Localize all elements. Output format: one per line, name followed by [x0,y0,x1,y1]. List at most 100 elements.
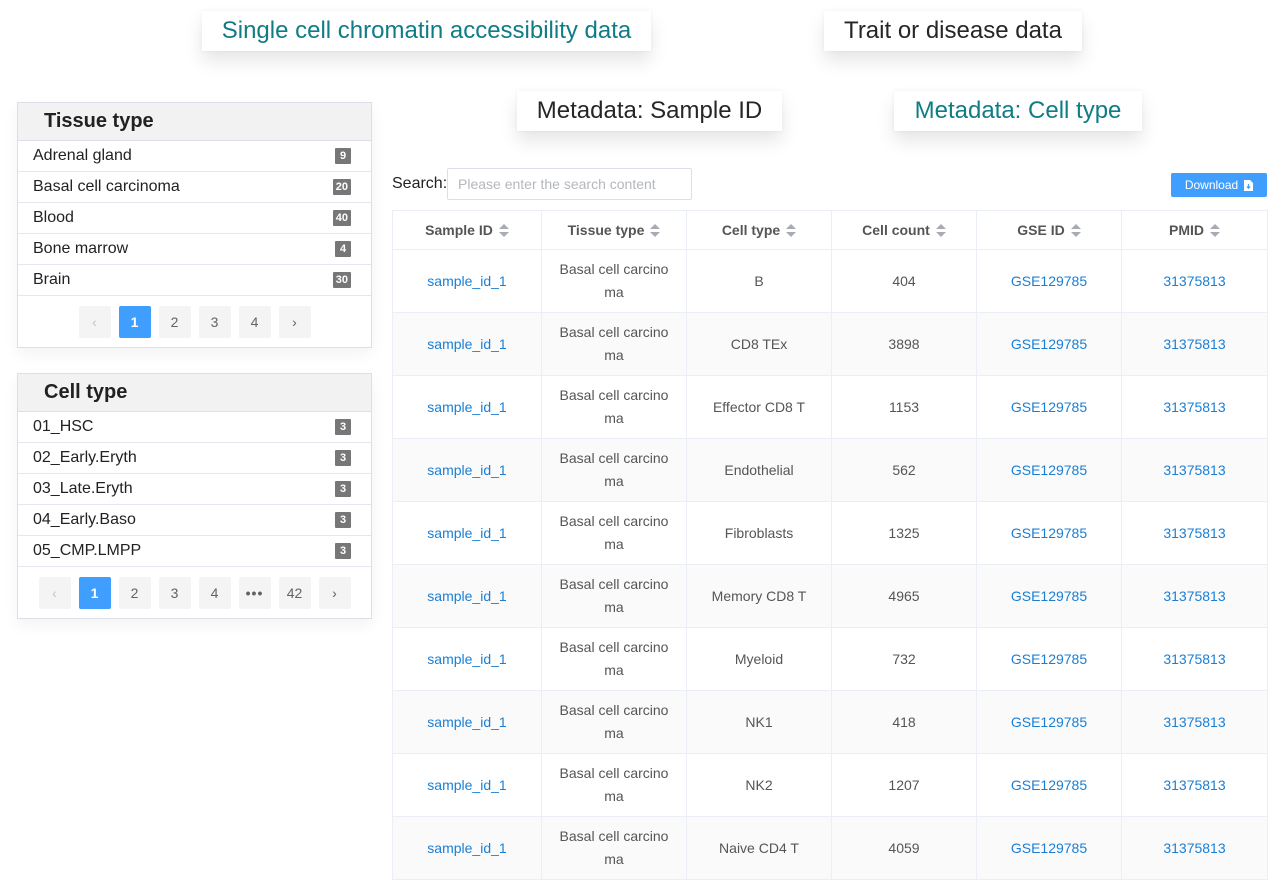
sort-icon[interactable] [650,224,661,238]
cell-count-cell: 3898 [888,336,920,352]
search-input[interactable] [447,168,692,200]
tab-metadata-sample-id[interactable]: Metadata: Sample ID [517,91,782,131]
gse-id-link[interactable]: GSE129785 [1011,273,1087,289]
tissue-type-panel: Tissue type Adrenal gland 9 Basal cell c… [17,102,372,348]
tissue-type-title: Tissue type [18,103,371,141]
pmid-link[interactable]: 31375813 [1163,714,1225,730]
sort-icon[interactable] [1210,224,1220,238]
sort-icon[interactable] [935,224,946,238]
column-header-sample-id[interactable]: Sample ID [392,210,542,250]
pmid-link[interactable]: 31375813 [1163,840,1225,856]
tissue-type-cell: Basal cell carcinoma [541,627,687,691]
count-badge: 3 [335,450,351,466]
page-button[interactable]: 3 [198,306,231,338]
sample-id-link[interactable]: sample_id_1 [427,777,506,793]
cell-type-cell: Memory CD8 T [711,588,807,604]
cell-count-cell: 3898 [831,312,977,376]
tissue-item[interactable]: Basal cell carcinoma 20 [18,172,371,203]
download-button[interactable]: Download [1171,173,1267,197]
cell-type-item[interactable]: 03_Late.Eryth 3 [18,474,371,505]
tab-single-cell-chromatin[interactable]: Single cell chromatin accessibility data [202,11,651,51]
gse-id-link[interactable]: GSE129785 [1011,588,1087,604]
next-page-button[interactable]: › [278,306,311,338]
sample-id-link[interactable]: sample_id_1 [427,462,506,478]
pmid-link[interactable]: 31375813 [1163,651,1225,667]
sample-id-link[interactable]: sample_id_1 [427,273,506,289]
more-pages-button[interactable]: ••• [238,577,271,609]
sample-id-cell: sample_id_1 [392,501,542,565]
page-button[interactable]: 2 [158,306,191,338]
sample-id-link[interactable]: sample_id_1 [427,336,506,352]
pmid-cell: 31375813 [1121,627,1268,691]
page-button[interactable]: 4 [198,577,231,609]
sort-icon[interactable] [498,224,509,238]
cell-type-item[interactable]: 04_Early.Baso 3 [18,505,371,536]
pmid-link[interactable]: 31375813 [1163,588,1225,604]
gse-id-link[interactable]: GSE129785 [1011,525,1087,541]
table-row: sample_id_1 Basal cell carcinoma Memory CD… [392,564,1268,628]
page-button[interactable]: 1 [118,306,151,338]
gse-id-cell: GSE129785 [976,564,1122,628]
pmid-link[interactable]: 31375813 [1163,462,1225,478]
page-button[interactable]: 42 [278,577,311,609]
tissue-item-label: Bone marrow [33,240,129,257]
tab-metadata-cell-type[interactable]: Metadata: Cell type [894,91,1142,131]
tissue-item-label: Brain [33,271,71,288]
cell-count-cell: 562 [831,438,977,502]
pmid-link[interactable]: 31375813 [1163,777,1225,793]
tissue-type-cell: Basal cell carcinoma [541,501,687,565]
cell-type-item[interactable]: 02_Early.Eryth 3 [18,443,371,474]
sample-id-link[interactable]: sample_id_1 [427,525,506,541]
sample-id-link[interactable]: sample_id_1 [427,651,506,667]
pmid-link[interactable]: 31375813 [1163,399,1225,415]
pmid-link[interactable]: 31375813 [1163,273,1225,289]
sample-id-link[interactable]: sample_id_1 [427,399,506,415]
cell-type-item[interactable]: 01_HSC 3 [18,412,371,443]
tissue-item[interactable]: Adrenal gland 9 [18,141,371,172]
prev-page-button[interactable]: ‹ [78,306,111,338]
sample-id-link[interactable]: sample_id_1 [427,588,506,604]
search-label: Search: [392,175,448,192]
page-button[interactable]: 4 [238,306,271,338]
tissue-item[interactable]: Brain 30 [18,265,371,296]
column-header-cell-count[interactable]: Cell count [831,210,977,250]
pmid-link[interactable]: 31375813 [1163,336,1225,352]
gse-id-link[interactable]: GSE129785 [1011,462,1087,478]
page-button[interactable]: 1 [78,577,111,609]
cell-type-cell: Endothelial [686,438,832,502]
sample-id-link[interactable]: sample_id_1 [427,840,506,856]
tissue-type-cell: Basal cell carcinoma [541,312,687,376]
column-header-tissue-type[interactable]: Tissue type [541,210,687,250]
column-header-pmid[interactable]: PMID [1121,210,1268,250]
column-header-gse-id[interactable]: GSE ID [976,210,1122,250]
gse-id-link[interactable]: GSE129785 [1011,399,1087,415]
page-button[interactable]: 3 [158,577,191,609]
sample-id-link[interactable]: sample_id_1 [427,714,506,730]
tissue-item[interactable]: Blood 40 [18,203,371,234]
gse-id-link[interactable]: GSE129785 [1011,336,1087,352]
cell-type-item-label: 02_Early.Eryth [33,449,137,466]
cell-type-cell: Memory CD8 T [686,564,832,628]
tissue-item-label: Adrenal gland [33,147,132,164]
cell-type-cell: Effector CD8 T [712,399,806,415]
pmid-link[interactable]: 31375813 [1163,525,1225,541]
sort-icon[interactable] [786,224,797,238]
gse-id-cell: GSE129785 [976,501,1122,565]
tissue-type-cell: Basal cell carcinoma [559,324,669,363]
cell-count-cell: 404 [831,249,977,313]
column-header-cell-type[interactable]: Cell type [686,210,832,250]
gse-id-link[interactable]: GSE129785 [1011,714,1087,730]
page-button[interactable]: 2 [118,577,151,609]
gse-id-link[interactable]: GSE129785 [1011,651,1087,667]
cell-type-item[interactable]: 05_CMP.LMPP 3 [18,536,371,567]
gse-id-link[interactable]: GSE129785 [1011,777,1087,793]
tissue-item[interactable]: Bone marrow 4 [18,234,371,265]
tab-trait-disease[interactable]: Trait or disease data [824,11,1082,51]
sort-icon[interactable] [1070,224,1081,238]
count-badge: 3 [335,543,351,559]
gse-id-link[interactable]: GSE129785 [1011,840,1087,856]
next-page-button[interactable]: › [318,577,351,609]
header-label: Sample ID [425,221,493,238]
prev-page-button[interactable]: ‹ [38,577,71,609]
header-label: PMID [1169,221,1204,238]
